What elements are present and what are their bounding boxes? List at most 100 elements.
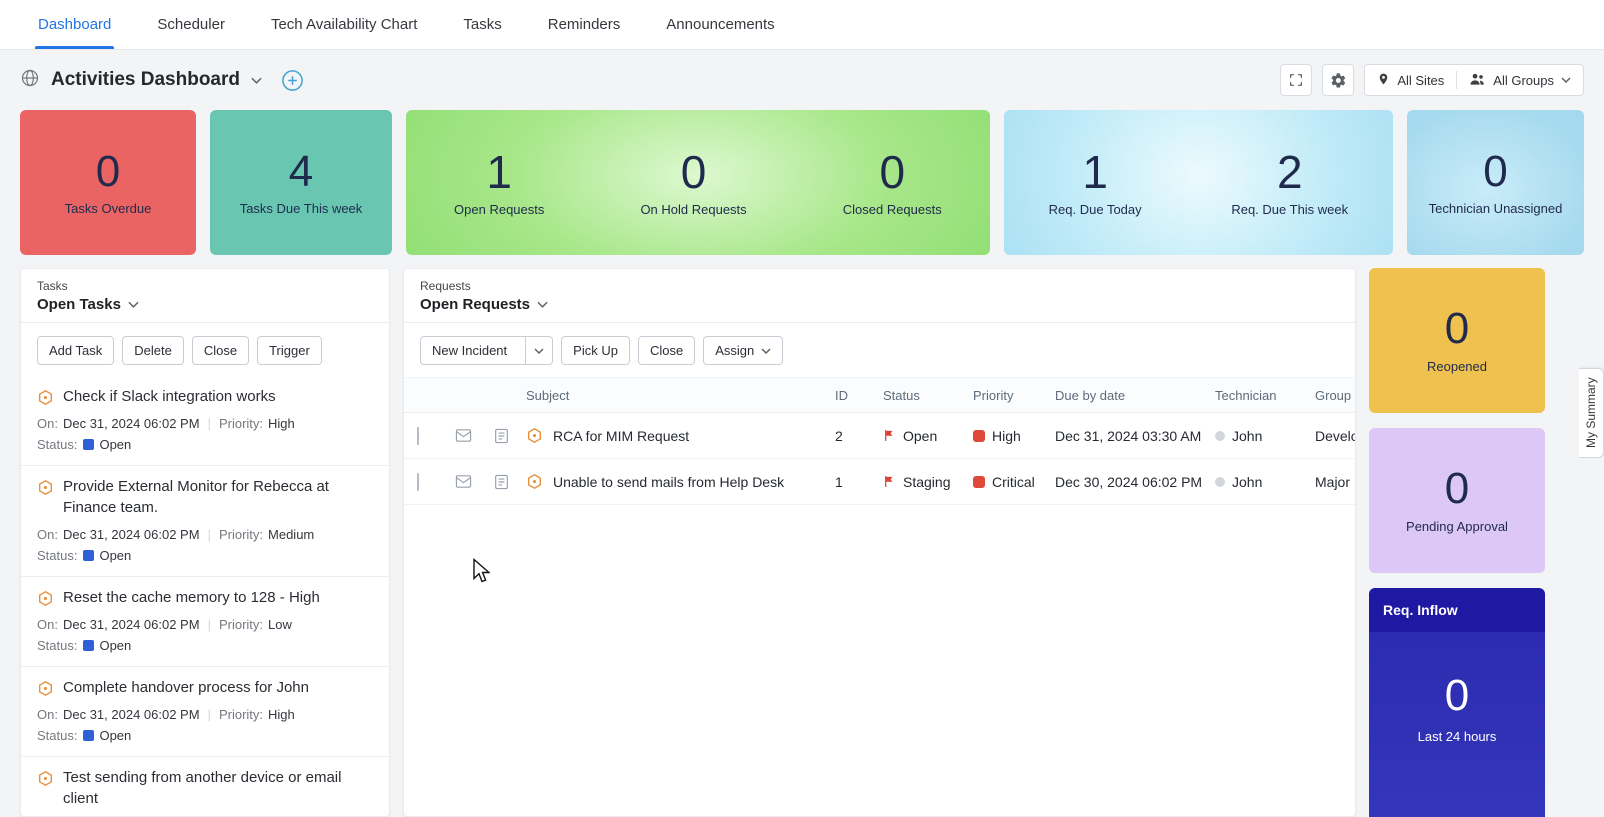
column-subject[interactable]: Subject [524,388,835,403]
task-icon [37,590,54,607]
delete-task-button[interactable]: Delete [122,336,184,365]
stat-card-pending-approval[interactable]: 0 Pending Approval [1369,428,1545,573]
task-status: Open [99,638,131,653]
task-title: Test sending from another device or emai… [63,768,373,809]
req-inflow-card[interactable]: Req. Inflow 0 Last 24 hours [1369,588,1545,817]
column-due[interactable]: Due by date [1055,388,1215,403]
pick-up-button[interactable]: Pick Up [561,336,630,365]
task-title: Check if Slack integration works [63,387,276,407]
request-id: 2 [835,428,883,444]
new-incident-label[interactable]: New Incident [421,337,518,364]
my-summary-tab[interactable]: My Summary [1579,368,1604,458]
request-due-date: Dec 30, 2024 06:02 PM [1055,474,1215,490]
task-priority: Medium [268,527,314,542]
task-item[interactable]: Check if Slack integration works On:Dec … [21,376,389,466]
tab-dashboard[interactable]: Dashboard [35,0,114,49]
assign-label: Assign [715,343,754,358]
dashboard-selector-chevron-icon[interactable] [251,71,262,89]
panel-title: Open Tasks [37,296,121,313]
task-date: Dec 31, 2024 06:02 PM [63,527,200,542]
task-item[interactable]: Provide External Monitor for Rebecca at … [21,466,389,577]
stat-req-due-week[interactable]: 2 Req. Due This week [1231,149,1348,217]
panel-category: Tasks [37,279,373,293]
column-technician[interactable]: Technician [1215,388,1315,403]
mail-icon[interactable] [448,428,478,443]
tasks-view-selector[interactable]: Open Tasks [37,296,373,313]
stat-label: Pending Approval [1406,519,1508,534]
priority-square-icon [973,476,985,488]
stat-value: 0 [1483,150,1507,194]
stat-onhold-requests[interactable]: 0 On Hold Requests [640,149,746,217]
request-due-date: Dec 31, 2024 03:30 AM [1055,428,1215,444]
task-icon [37,680,54,697]
notes-icon[interactable] [478,428,524,444]
gear-icon[interactable] [1322,64,1354,96]
filter-divider [1456,71,1457,89]
table-row[interactable]: RCA for MIM Request 2 Open High Dec 31, … [404,413,1355,459]
right-stat-column: 0 Reopened 0 Pending Approval Req. Inflo… [1369,268,1545,817]
fullscreen-button[interactable] [1280,64,1312,96]
stat-value: 0 [879,149,905,195]
all-groups-filter[interactable]: All Groups [1469,72,1571,89]
stat-closed-requests[interactable]: 0 Closed Requests [843,149,942,217]
stat-open-requests[interactable]: 1 Open Requests [454,149,544,217]
row-checkbox[interactable] [417,473,419,491]
chevron-down-icon [537,301,548,308]
assign-button[interactable]: Assign [703,336,783,365]
requests-view-selector[interactable]: Open Requests [420,296,1339,313]
tab-announcements[interactable]: Announcements [663,0,777,49]
chevron-down-icon [1561,77,1571,83]
row-checkbox[interactable] [417,427,419,445]
add-task-button[interactable]: Add Task [37,336,114,365]
notes-icon[interactable] [478,474,524,490]
close-request-button[interactable]: Close [638,336,695,365]
request-subject[interactable]: RCA for MIM Request [553,428,689,444]
all-groups-label: All Groups [1493,73,1554,88]
stat-card-technician-unassigned[interactable]: 0 Technician Unassigned [1407,110,1584,255]
trigger-task-button[interactable]: Trigger [257,336,322,365]
stat-value: 0 [1445,307,1469,351]
stat-req-due-today[interactable]: 1 Req. Due Today [1049,149,1142,217]
task-icon [37,479,54,496]
task-title: Complete handover process for John [63,678,309,698]
stat-card-reopened[interactable]: 0 Reopened [1369,268,1545,413]
column-id[interactable]: ID [835,388,883,403]
task-item[interactable]: Reset the cache memory to 128 - High On:… [21,577,389,667]
stat-value: 0 [1445,467,1469,511]
on-label: On: [37,707,58,722]
task-item[interactable]: Test sending from another device or emai… [21,757,389,817]
status-square-icon [83,640,94,651]
tasks-panel: Tasks Open Tasks Add Task Delete Close T… [20,268,390,817]
task-item[interactable]: Complete handover process for John On:De… [21,667,389,757]
top-navigation: Dashboard Scheduler Tech Availability Ch… [0,0,1604,50]
task-status: Open [99,728,131,743]
add-dashboard-button[interactable] [281,69,304,92]
mail-icon[interactable] [448,474,478,489]
requests-table-header: Subject ID Status Priority Due by date T… [404,377,1355,413]
tab-scheduler[interactable]: Scheduler [154,0,228,49]
stat-value: 4 [289,150,313,194]
req-inflow-title: Req. Inflow [1369,588,1545,632]
column-status[interactable]: Status [883,388,973,403]
stat-card-tasks-due-week[interactable]: 4 Tasks Due This week [210,110,392,255]
task-icon [37,389,54,406]
new-incident-dropdown[interactable] [525,337,552,364]
tab-tasks[interactable]: Tasks [460,0,504,49]
tab-reminders[interactable]: Reminders [545,0,624,49]
status-square-icon [83,439,94,450]
stat-label: Reopened [1427,359,1487,374]
main-content: Tasks Open Tasks Add Task Delete Close T… [0,268,1604,817]
column-group[interactable]: Group [1315,388,1355,403]
column-priority[interactable]: Priority [973,388,1055,403]
request-group: Major I [1315,474,1355,490]
stat-label: Req. Due Today [1049,202,1142,217]
all-sites-filter[interactable]: All Sites [1377,72,1444,89]
stat-card-tasks-overdue[interactable]: 0 Tasks Overdue [20,110,196,255]
tab-tech-availability-chart[interactable]: Tech Availability Chart [268,0,420,49]
panel-category: Requests [420,279,1339,293]
table-row[interactable]: Unable to send mails from Help Desk 1 St… [404,459,1355,505]
request-subject[interactable]: Unable to send mails from Help Desk [553,474,784,490]
close-task-button[interactable]: Close [192,336,249,365]
task-status: Open [99,548,131,563]
new-incident-button[interactable]: New Incident [420,336,553,365]
